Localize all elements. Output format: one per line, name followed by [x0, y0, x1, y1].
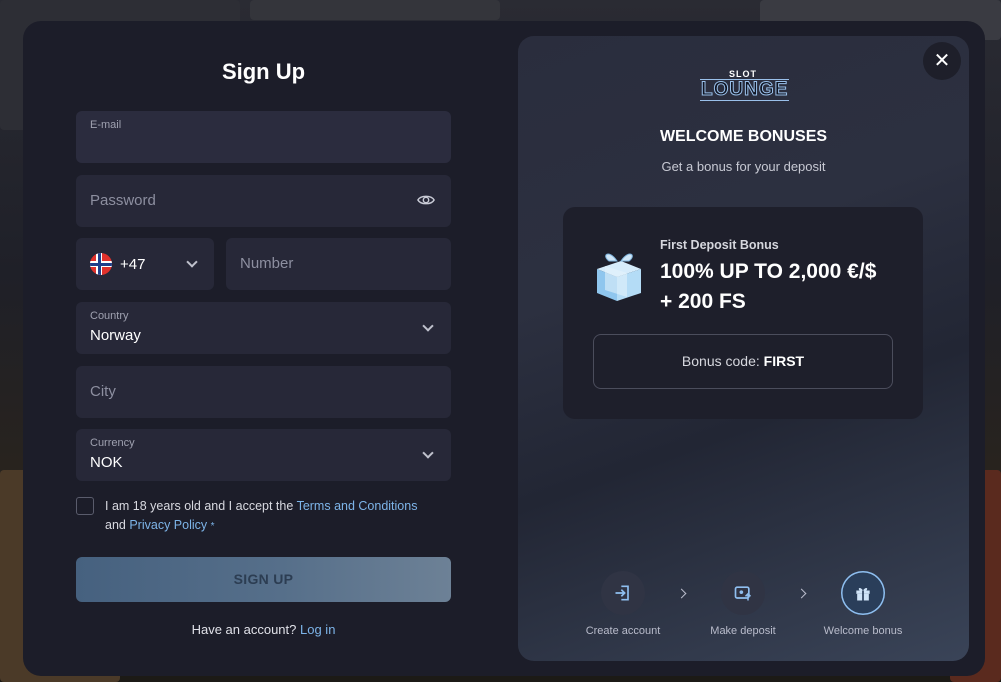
close-icon: ✕ — [933, 50, 951, 72]
step-make-deposit — [721, 571, 765, 615]
bonus-code-label: Bonus code: — [681, 353, 760, 369]
login-icon — [615, 585, 629, 601]
chevron-down-icon — [186, 256, 198, 268]
background-game-tile — [250, 0, 500, 20]
step-welcome-bonus — [841, 571, 885, 615]
chevron-down-icon — [422, 320, 434, 332]
city-placeholder: City — [90, 383, 116, 400]
bonus-name: First Deposit Bonus — [660, 238, 779, 252]
email-field[interactable]: E-mail — [76, 111, 451, 163]
terms-checkbox[interactable] — [76, 497, 94, 515]
email-label: E-mail — [90, 119, 122, 131]
phone-number-placeholder: Number — [240, 255, 294, 272]
welcome-bonus-panel: SLOT LOUNGE WELCOME BONUSES Get a bonus … — [518, 36, 969, 661]
bonus-amount-line2: + 200 FS — [660, 290, 746, 313]
chevron-right-icon — [676, 588, 687, 599]
signup-modal: Sign Up E-mail Password +47 Number Count… — [23, 21, 985, 676]
login-link[interactable]: Log in — [300, 622, 335, 637]
step-label-create-account: Create account — [585, 625, 661, 637]
currency-value: NOK — [90, 454, 123, 471]
welcome-bonuses-title: WELCOME BONUSES — [659, 128, 828, 145]
logo-main-text: LOUNGE — [700, 79, 790, 101]
norway-flag-icon — [90, 253, 112, 275]
gift-icon — [856, 587, 870, 601]
logo-top-text: SLOT — [729, 69, 757, 79]
required-mark: * — [210, 521, 215, 532]
password-field[interactable]: Password — [76, 175, 451, 227]
password-placeholder: Password — [90, 192, 156, 209]
privacy-policy-link[interactable]: Privacy Policy — [129, 518, 207, 532]
step-label-welcome-bonus: Welcome bonus — [823, 625, 903, 637]
terms-link[interactable]: Terms and Conditions — [297, 499, 418, 513]
have-account-text: Have an account? Log in — [76, 622, 451, 637]
country-code-value: +47 — [120, 256, 146, 273]
step-label-make-deposit: Make deposit — [710, 625, 776, 637]
terms-and: and — [105, 518, 126, 532]
country-label: Country — [90, 310, 129, 322]
signup-button[interactable]: SIGN UP — [76, 557, 451, 602]
step-create-account — [601, 571, 645, 615]
slot-lounge-logo: SLOT LOUNGE — [700, 69, 790, 104]
chevron-right-icon — [796, 588, 807, 599]
gift-box-icon — [597, 253, 641, 301]
currency-label: Currency — [90, 437, 135, 449]
eye-icon[interactable] — [417, 193, 435, 207]
terms-prefix: I am 18 years old and I accept the — [105, 499, 294, 513]
country-code-select[interactable]: +47 — [76, 238, 214, 290]
currency-select[interactable]: Currency NOK — [76, 429, 451, 481]
bonus-card: First Deposit Bonus 100% UP TO 2,000 €/$… — [563, 207, 923, 419]
wallet-icon — [734, 586, 752, 601]
bonus-code-box[interactable]: Bonus code: FIRST — [593, 334, 893, 389]
form-title: Sign Up — [221, 59, 306, 84]
bonus-amount: 100% UP TO 2,000 €/$ + 200 FS — [660, 257, 910, 317]
phone-number-input[interactable]: Number — [226, 238, 451, 290]
city-input[interactable]: City — [76, 366, 451, 418]
chevron-down-icon — [422, 447, 434, 459]
country-select[interactable]: Country Norway — [76, 302, 451, 354]
have-account-label: Have an account? — [191, 622, 297, 637]
close-button[interactable]: ✕ — [923, 42, 961, 80]
bonus-amount-line1: 100% UP TO 2,000 €/$ — [660, 260, 877, 283]
terms-text: I am 18 years old and I accept the Terms… — [105, 497, 451, 536]
country-value: Norway — [90, 327, 141, 344]
welcome-bonuses-subtitle: Get a bonus for your deposit — [661, 159, 826, 174]
bonus-code-value: FIRST — [763, 353, 805, 369]
